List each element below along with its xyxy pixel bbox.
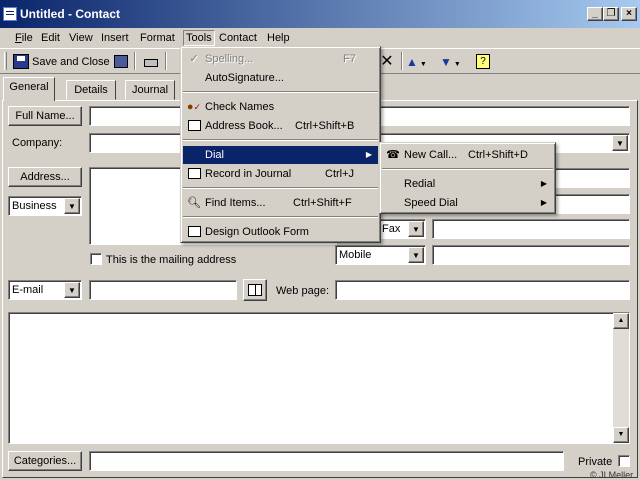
web-page-field[interactable] <box>335 280 630 300</box>
menu-file[interactable]: File <box>13 30 35 46</box>
close-button[interactable]: × <box>621 7 637 21</box>
next-item-button[interactable]: ▼ ▼ <box>440 53 468 71</box>
address-book-icon <box>248 284 262 296</box>
toolbar-separator <box>401 52 403 70</box>
full-name-button[interactable]: Full Name... <box>8 106 82 126</box>
print-button[interactable] <box>142 53 160 71</box>
floppy-save-icon <box>13 54 29 69</box>
categories-button[interactable]: Categories... <box>8 451 82 471</box>
phone-type-fax-value: Fax <box>382 223 401 235</box>
save-and-close-button[interactable]: Save and Close <box>32 54 110 70</box>
menu-item-address-book[interactable]: Address Book... Ctrl+Shift+B <box>183 117 378 135</box>
help-assistant-button[interactable]: ? <box>474 53 492 71</box>
company-label: Company: <box>12 137 63 149</box>
mailing-address-checkbox[interactable] <box>90 253 102 265</box>
tab-details[interactable]: Details <box>66 80 116 100</box>
contact-card-icon <box>3 7 17 21</box>
submenu-arrow-icon: ▶ <box>540 179 547 188</box>
menu-item-new-call[interactable]: ☎ New Call... Ctrl+Shift+D <box>382 146 553 164</box>
title-bar: Untitled - Contact _ ❐ × <box>0 0 640 28</box>
menu-separator <box>183 187 378 189</box>
mailing-address-label: This is the mailing address <box>106 254 237 266</box>
menu-file-label: ile <box>21 32 33 44</box>
notes-textarea[interactable]: ▲ ▼ <box>8 312 630 444</box>
menu-separator <box>183 139 378 141</box>
minimize-button[interactable]: _ <box>587 7 603 21</box>
menu-separator <box>183 216 378 218</box>
menu-item-find-items[interactable]: 🔍︎ Find Items... Ctrl+Shift+F <box>183 194 378 212</box>
chevron-down-icon[interactable]: ▼ <box>64 198 80 214</box>
copyright-text: © JLMeller <box>590 470 634 480</box>
printer-icon <box>144 59 158 67</box>
web-page-label: Web page: <box>276 285 330 297</box>
address-type-value: Business <box>12 200 57 212</box>
private-checkbox[interactable] <box>618 455 630 467</box>
menu-item-autosignature[interactable]: AutoSignature... <box>183 69 378 87</box>
previous-item-button[interactable]: ▲ ▼ <box>406 53 434 71</box>
notes-scrollbar[interactable]: ▲ ▼ <box>613 313 629 443</box>
tab-journal[interactable]: Journal <box>125 80 175 100</box>
window-title: Untitled - Contact <box>20 7 120 21</box>
submenu-arrow-icon: ▶ <box>540 198 547 207</box>
menu-item-check-names[interactable]: ●✓ Check Names <box>183 98 378 116</box>
tools-menu: ✓ Spelling... F7 AutoSignature... ●✓ Che… <box>180 46 381 243</box>
check-names-icon: ●✓ <box>186 101 202 113</box>
address-book-button[interactable] <box>243 279 267 301</box>
phone-type-fax-select[interactable]: Fax ▼ <box>378 219 426 239</box>
menu-item-speed-dial[interactable]: Speed Dial ▶ <box>382 194 553 212</box>
toolbar-separator <box>134 52 136 70</box>
menu-item-redial[interactable]: Redial ▶ <box>382 175 553 193</box>
menu-insert[interactable]: Insert <box>99 30 131 46</box>
spelling-icon: ✓ <box>189 53 199 65</box>
chevron-down-icon[interactable]: ▼ <box>408 221 424 237</box>
menu-bar <box>0 28 640 48</box>
menu-view[interactable]: View <box>67 30 95 46</box>
menu-edit[interactable]: Edit <box>39 30 62 46</box>
email-type-select[interactable]: E-mail ▼ <box>8 280 82 300</box>
design-form-icon <box>185 224 203 240</box>
find-icon: 🔍︎ <box>187 197 201 209</box>
menu-help[interactable]: Help <box>265 30 292 46</box>
tab-general[interactable]: General <box>3 77 55 101</box>
menu-item-spelling[interactable]: ✓ Spelling... F7 <box>183 50 378 68</box>
toolbar-grip[interactable] <box>4 52 7 70</box>
scroll-down-icon[interactable]: ▼ <box>613 427 629 443</box>
menu-contact[interactable]: Contact <box>217 30 259 46</box>
email-field[interactable] <box>89 280 237 300</box>
private-label: Private <box>578 456 613 468</box>
chevron-down-icon[interactable]: ▼ <box>408 247 424 263</box>
menu-separator <box>382 168 553 170</box>
phone-type-mobile-value: Mobile <box>339 249 372 261</box>
mobile-number-field[interactable] <box>432 245 630 265</box>
phone-icon: ☎ <box>386 149 400 161</box>
submenu-arrow-icon: ▶ <box>365 150 372 159</box>
menu-format[interactable]: Format <box>138 30 177 46</box>
address-type-select[interactable]: Business ▼ <box>8 196 82 216</box>
categories-field[interactable] <box>89 451 564 471</box>
scroll-up-icon[interactable]: ▲ <box>613 313 629 329</box>
chevron-down-icon[interactable]: ▼ <box>64 282 80 298</box>
toolbar-separator <box>165 52 167 70</box>
save-disk-button[interactable] <box>112 53 130 71</box>
disk-icon <box>114 55 128 68</box>
menu-item-dial[interactable]: Dial ▶ <box>183 146 378 164</box>
journal-icon <box>185 166 203 182</box>
maximize-button[interactable]: ❐ <box>603 7 619 21</box>
address-button[interactable]: Address... <box>8 167 82 187</box>
email-type-value: E-mail <box>12 284 44 296</box>
chevron-down-icon[interactable]: ▼ <box>612 135 628 151</box>
dial-submenu: ☎ New Call... Ctrl+Shift+D Redial ▶ Spee… <box>379 142 556 214</box>
menu-tools[interactable]: Tools <box>183 30 215 46</box>
phone-type-mobile-select[interactable]: Mobile ▼ <box>335 245 426 265</box>
menu-separator <box>183 91 378 93</box>
address-book-icon <box>185 118 203 134</box>
menu-item-design-outlook-form[interactable]: Design Outlook Form <box>183 223 378 241</box>
fax-number-field[interactable] <box>432 219 630 239</box>
menu-item-record-in-journal[interactable]: Record in Journal Ctrl+J <box>183 165 378 183</box>
assistant-icon: ? <box>476 54 490 69</box>
